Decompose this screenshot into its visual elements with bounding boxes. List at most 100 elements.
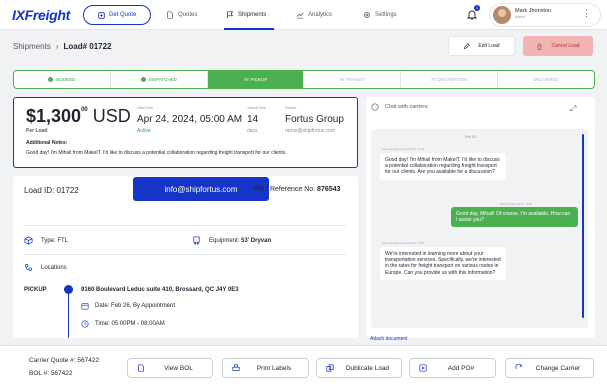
bol-label: BOL #: (29, 370, 49, 377)
change-carrier-label: Change Carrier (535, 364, 581, 372)
file-icon (138, 364, 144, 372)
price-cents: 00 (81, 107, 88, 113)
message-incoming: Good day! I'm Mihail from MakeIT. I'd li… (380, 153, 506, 180)
nav-settings-label: Settings (375, 12, 397, 18)
step-dispatched: DISPATCHED (111, 71, 208, 88)
check-icon (48, 77, 54, 82)
nav-settings[interactable]: Settings (363, 5, 397, 25)
view-bol-label: View BOL (164, 364, 193, 372)
check-icon (140, 77, 146, 82)
gear-icon (364, 12, 370, 18)
load-id-label: Load ID: (24, 186, 55, 195)
print-labels-button[interactable]: Print Labels (222, 358, 309, 378)
po-reference: PO / Reference No. 876543 (254, 186, 340, 193)
status-badge: Active (137, 128, 151, 134)
carrier-quote-value: 567422 (77, 357, 100, 364)
nav-shipments[interactable]: Shipments (226, 5, 266, 25)
route-line (68, 294, 69, 338)
trash-icon (537, 42, 543, 50)
quote-icon (97, 11, 105, 19)
plus-icon (419, 364, 427, 372)
chat-date-divider: Feb 02 (465, 135, 476, 139)
price-currency: USD (92, 106, 131, 126)
duplicate-load-button[interactable]: Dublicate Load (316, 358, 402, 378)
transit-time-unit: days (247, 128, 258, 134)
document-icon (167, 11, 173, 19)
message-meta: Jason Mcorvies (Fortus) 09:00 · 10:57 (382, 242, 425, 245)
type-value: FTL (57, 237, 69, 244)
pickup-label: PICKUP (24, 287, 47, 293)
user-role: Admin (515, 15, 525, 19)
nav-shipments-label: Shipments (238, 12, 267, 18)
step-in-transit: IN TRANSIT (304, 71, 402, 88)
add-po-label: Add PO# (447, 364, 475, 372)
message-incoming: We're interested in learning more about … (380, 247, 506, 280)
equipment-label: Equipment: (209, 237, 240, 244)
truck-icon (193, 236, 200, 245)
bol-value: 567422 (50, 370, 73, 377)
breadcrumb-shipments[interactable]: Shipments (13, 42, 51, 51)
refresh-icon (515, 364, 522, 370)
view-bol-button[interactable]: View BOL (127, 358, 213, 378)
message-meta: Jason Mcorvies (Fortus) 09:00 · 10:28 (382, 148, 425, 151)
get-quote-button[interactable]: Get Quote (83, 5, 151, 25)
nav-analytics[interactable]: Analytics (296, 5, 332, 25)
partner-name: Fortus Group (285, 114, 344, 125)
message-meta: Mark Jhonston 09:00 · 10:48 (500, 203, 532, 206)
nav-analytics-label: Analytics (308, 12, 333, 18)
price: $1,30000 USD (26, 106, 131, 127)
step-label: AT DESTINATION (430, 77, 468, 82)
add-po-button[interactable]: Add PO# (409, 358, 496, 378)
chat-scrollbar[interactable] (582, 134, 584, 318)
chat-header: Chat with carriers (371, 103, 428, 111)
chat-icon (371, 103, 379, 111)
nav-active-indicator (224, 28, 274, 30)
nav-quotes-label: Quotes (178, 12, 198, 18)
copy-icon (326, 364, 334, 372)
carrier-email-chip[interactable]: info@shipfortus.com (133, 177, 269, 201)
breadcrumb-current: Load# 01722 (63, 42, 112, 51)
po-value: 876543 (317, 186, 341, 193)
step-delivered: DELIVERED (498, 71, 594, 88)
printer-icon (232, 364, 240, 371)
step-label: DELIVERED (533, 77, 559, 82)
kebab-icon[interactable]: ⋮ (582, 9, 591, 18)
get-quote-label: Get Quote (108, 12, 137, 18)
message-outgoing: Good day, Mihail! Of course, I'm availab… (451, 207, 578, 228)
transit-time-label: Transit Time (247, 106, 267, 110)
edit-load-label: Edit Load (478, 43, 500, 49)
clock-icon (81, 320, 89, 328)
expand-icon[interactable]: ⤢ (570, 104, 576, 114)
attach-document-link[interactable]: Attach document (370, 336, 408, 342)
chevron-right-icon: › (55, 42, 59, 51)
locations-label: Locations (41, 264, 67, 271)
po-label: PO / Reference No. (254, 186, 316, 193)
app-logo[interactable]: IXFreight (12, 7, 70, 23)
notification-badge: 1 (474, 5, 480, 11)
load-id-value: 01722 (56, 186, 79, 195)
change-carrier-button[interactable]: Change Carrier (505, 358, 594, 378)
notes-title: Additional Notes: (26, 140, 68, 146)
price-amount: $1,300 (26, 106, 82, 126)
pencil-icon (464, 42, 471, 49)
duplicate-load-label: Dublicate Load (345, 364, 390, 372)
edit-load-button[interactable]: Edit Load (448, 36, 515, 56)
pickup-address: 9160 Boulevard Leduc suite 410, Brossard… (81, 287, 239, 293)
chart-icon (296, 12, 304, 19)
carrier-quote-label: Carrier Quote #: (29, 357, 76, 364)
cancel-load-button[interactable]: Cancel Load (523, 36, 593, 56)
pickup-date-text: Date: Feb 26, By Appointment (95, 303, 176, 309)
step-booked: BOOKED (14, 71, 111, 88)
avatar (493, 6, 511, 24)
user-name: Mark Jhonston (515, 8, 552, 14)
notes-text: Good day! I'm Mihail from MakeIT. I'd li… (26, 150, 287, 156)
nav-quotes[interactable]: Quotes (166, 5, 197, 25)
carrier-quote: Carrier Quote #: 567422 (29, 357, 99, 364)
pickup-date: Date: Feb 26, By Appointment (81, 302, 175, 310)
partner-email[interactable]: ramio@shipfortus.com (285, 128, 335, 134)
transit-time-value: 14 (247, 114, 259, 125)
breadcrumb: Shipments › Load# 01722 (13, 42, 112, 51)
valid-until-value: Apr 24, 2024, 05:00 AM (137, 114, 243, 125)
load-id: Load ID: 01722 (24, 186, 79, 195)
step-at-pickup: AT PICKUP (207, 71, 305, 88)
